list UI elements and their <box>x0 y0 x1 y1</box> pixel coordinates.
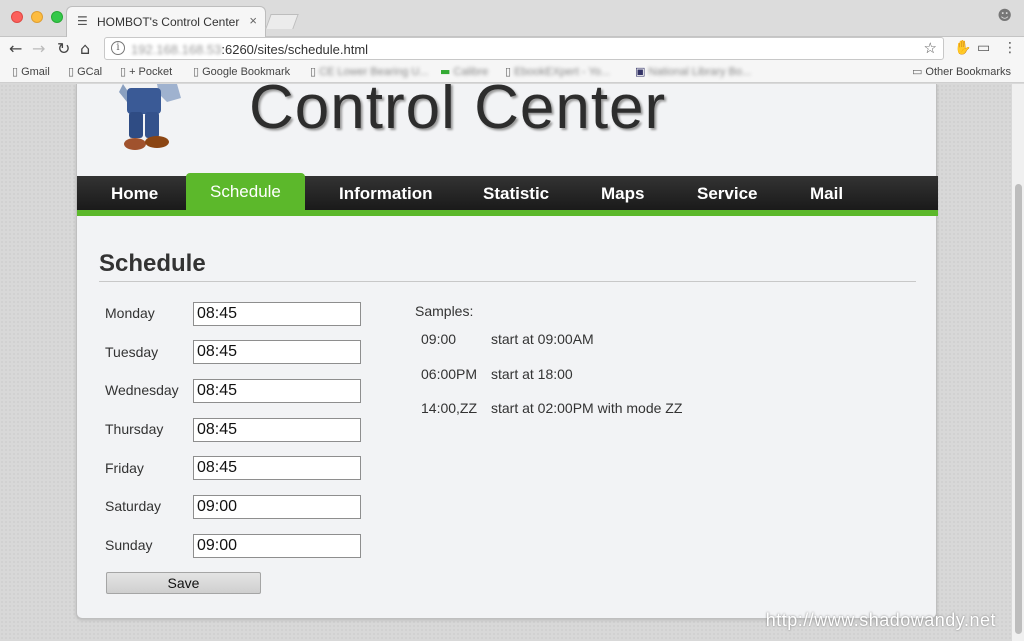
monday-time-input[interactable] <box>193 302 361 326</box>
info-icon[interactable]: i <box>111 41 125 55</box>
day-label-thursday: Thursday <box>105 421 164 437</box>
url-text: 192.168.168.53:6260/sites/schedule.html <box>131 42 368 57</box>
sample-description: start at 09:00AM <box>491 331 594 347</box>
url-path: :6260/sites/schedule.html <box>221 42 369 57</box>
day-label-saturday: Saturday <box>105 498 162 514</box>
nav-maps[interactable]: Maps <box>601 184 644 204</box>
bookmark-blurred-3[interactable]: ▯ EbookEXpert - Yo... <box>505 65 610 78</box>
tab-title: HOMBOT's Control Center <box>97 15 240 29</box>
browser-titlebar: ☰ HOMBOT's Control Center × ☻ <box>0 0 1024 37</box>
page-icon: ▯ <box>505 65 512 78</box>
nav-schedule[interactable]: Schedule <box>186 173 305 212</box>
page-icon: ▯ <box>68 65 75 78</box>
close-tab-icon[interactable]: × <box>249 13 257 28</box>
sample-description: start at 02:00PM with mode ZZ <box>491 400 683 416</box>
page-icon: ▯ <box>193 65 200 78</box>
calibre-icon: ▬ <box>440 65 451 78</box>
sample-code: 06:00PM <box>421 366 478 382</box>
bookmarks-bar: ▯ Gmail ▯ GCal ▯ + Pocket ▯ Google Bookmark … <box>0 63 1024 83</box>
sample-code: 09:00 <box>421 331 457 347</box>
nav-information[interactable]: Information <box>339 184 433 204</box>
profile-icon[interactable]: ☻ <box>997 8 1012 24</box>
page-icon: ▯ <box>12 65 19 78</box>
cast-icon[interactable]: ▭ <box>977 40 990 56</box>
content-panel: Control Center Home Schedule Information… <box>76 84 938 619</box>
bookmark-google[interactable]: ▯ Google Bookmark <box>193 65 290 78</box>
sliders-icon: ☰ <box>77 14 88 28</box>
bookmark-gmail[interactable]: ▯ Gmail <box>12 65 50 78</box>
bookmark-blurred-2[interactable]: ▬ Calibre <box>440 65 488 78</box>
friday-time-input[interactable] <box>193 456 361 480</box>
bookmark-gcal[interactable]: ▯ GCal <box>68 65 102 78</box>
scrollbar-thumb[interactable] <box>1015 184 1022 634</box>
menu-icon[interactable]: ⋮ <box>1003 40 1017 56</box>
page-icon: ▯ <box>120 65 127 78</box>
nav-home[interactable]: Home <box>111 184 158 204</box>
back-icon[interactable]: ← <box>9 39 22 58</box>
sample-code: 14:00,ZZ <box>421 400 478 416</box>
close-window-button[interactable] <box>11 11 23 23</box>
day-label-sunday: Sunday <box>105 537 153 553</box>
page-title: Schedule <box>99 250 206 277</box>
page-scrollbar[interactable] <box>1012 84 1024 641</box>
wednesday-time-input[interactable] <box>193 379 361 403</box>
day-label-monday: Monday <box>105 305 155 321</box>
minimize-window-button[interactable] <box>31 11 43 23</box>
other-bookmarks[interactable]: ▭ Other Bookmarks <box>912 65 1011 78</box>
tuesday-time-input[interactable] <box>193 340 361 364</box>
sample-description: start at 18:00 <box>491 366 573 382</box>
bookmark-blurred-1[interactable]: ▯ CE Lower Bearing U... <box>310 65 429 78</box>
thursday-time-input[interactable] <box>193 418 361 442</box>
maximize-window-button[interactable] <box>51 11 63 23</box>
page-viewport: Control Center Home Schedule Information… <box>0 84 1012 641</box>
hombot-mascot-icon <box>119 84 181 150</box>
watermark: http://www.shadowandy.net <box>765 610 996 630</box>
new-tab-button[interactable] <box>265 14 299 29</box>
address-bar[interactable]: i 192.168.168.53:6260/sites/schedule.htm… <box>104 37 944 60</box>
bookmark-pocket[interactable]: ▯ + Pocket <box>120 65 172 78</box>
header-title: Control Center <box>249 84 667 142</box>
library-icon: ▣ <box>635 65 646 78</box>
nav-service[interactable]: Service <box>697 184 758 204</box>
folder-icon: ▭ <box>912 65 923 78</box>
nav-mail[interactable]: Mail <box>810 184 843 204</box>
reload-icon[interactable]: ↻ <box>57 39 70 58</box>
sunday-time-input[interactable] <box>193 534 361 558</box>
page-icon: ▯ <box>310 65 317 78</box>
url-host: 192.168.168.53 <box>131 42 222 57</box>
main-navbar: Home Schedule Information Statistic Maps… <box>77 173 938 216</box>
forward-icon[interactable]: → <box>32 39 45 58</box>
samples-label: Samples: <box>415 303 474 319</box>
browser-tab[interactable]: ☰ HOMBOT's Control Center × <box>66 6 266 37</box>
day-label-friday: Friday <box>105 460 144 476</box>
bookmark-star-icon[interactable]: ☆ <box>924 39 937 57</box>
bookmark-blurred-4[interactable]: ▣ National Library Bo... <box>635 65 751 78</box>
day-label-wednesday: Wednesday <box>105 382 179 398</box>
extension-icon[interactable]: ✋ <box>954 40 971 56</box>
heading-divider <box>99 281 916 282</box>
nav-statistic[interactable]: Statistic <box>483 184 549 204</box>
save-button[interactable]: Save <box>106 572 261 594</box>
saturday-time-input[interactable] <box>193 495 361 519</box>
day-label-tuesday: Tuesday <box>105 344 159 360</box>
home-icon[interactable]: ⌂ <box>80 39 90 58</box>
browser-toolbar: ← → ↻ ⌂ i 192.168.168.53:6260/sites/sche… <box>0 37 1024 63</box>
